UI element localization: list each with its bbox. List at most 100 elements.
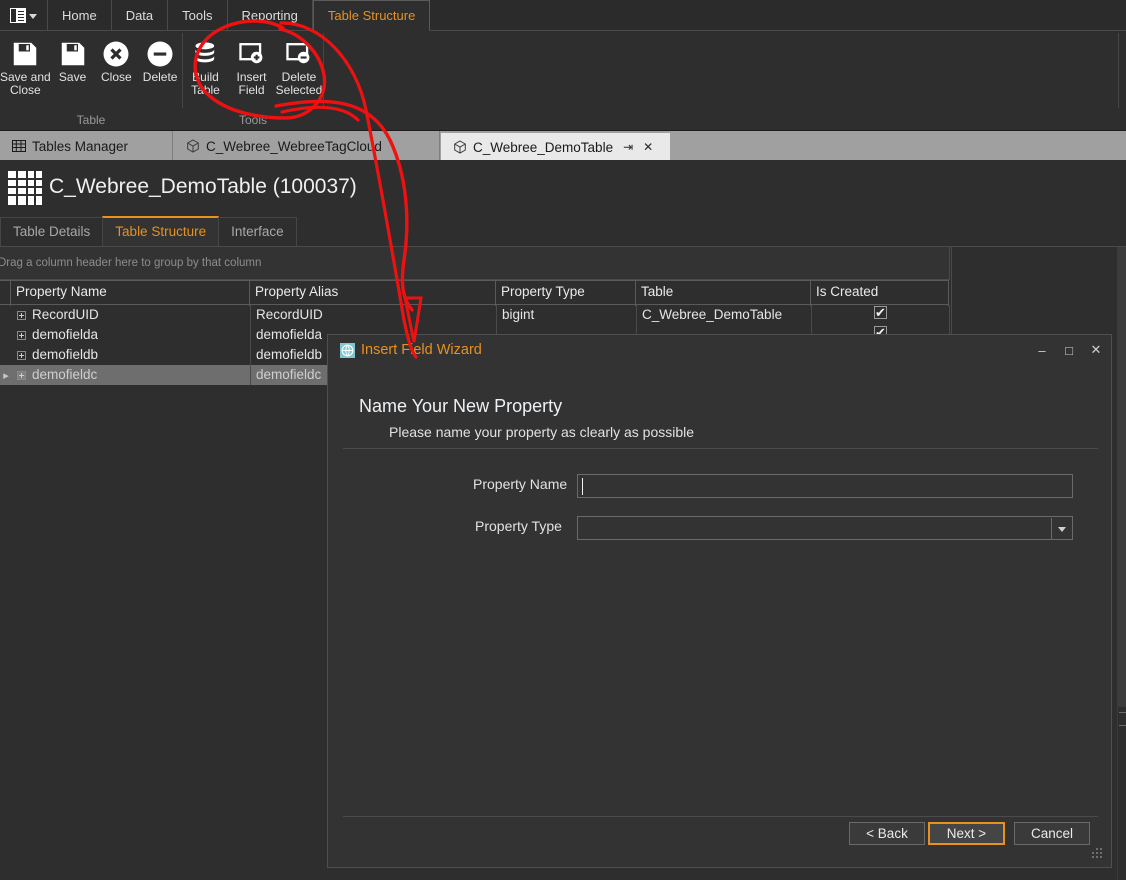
application-window: Home Data Tools Reporting Table Structur… [0,0,1126,880]
pin-icon[interactable]: ⇥ [623,140,633,154]
column-header-property-type[interactable]: Property Type [496,281,636,306]
ribbon-group-divider [323,33,324,108]
ribbon-group-table: Save and Close Save Close Delete Table [0,31,182,130]
text-caret [582,478,583,495]
document-header: C_Webree_DemoTable (100037) Table Detail… [0,160,1126,247]
grid-vertical-scrollbar[interactable] [1117,247,1126,880]
dialog-header-divider [343,448,1098,449]
subtab-table-structure[interactable]: Table Structure [102,216,220,246]
insert-field-button[interactable]: Insert Field [228,31,275,97]
row-expander-icon[interactable] [17,350,26,360]
delete-label: Delete [142,70,178,84]
database-stack-icon [192,37,220,71]
dialog-title: Insert Field Wizard [361,342,482,358]
next-button[interactable]: Next > [928,822,1005,845]
grid-header-row: Property Name Property Alias Property Ty… [0,280,949,306]
app-menu-icon [10,7,26,23]
ribbon-body: Save and Close Save Close Delete Table B… [0,31,1126,130]
ribbon-tab-reporting[interactable]: Reporting [228,0,313,31]
scrollbar-divider [1119,712,1126,713]
table-grid-icon [8,171,42,205]
group-by-hint: Drag a column header here to group by th… [0,257,262,269]
dialog-subheading: Please name your property as clearly as … [389,424,695,440]
chevron-down-icon [29,13,37,19]
ribbon: Home Data Tools Reporting Table Structur… [0,0,1126,130]
group-by-drop-area[interactable]: Drag a column header here to group by th… [0,247,950,280]
ribbon-group-tools-label: Tools [238,113,267,127]
build-table-label-2: Table [191,83,220,97]
cell-is-created-checkbox[interactable] [874,305,887,322]
row-expander-icon[interactable] [17,370,26,380]
delete-selected-label-2: Selected [275,83,323,97]
app-menu-button[interactable] [0,0,48,30]
ribbon-group-table-label: Table [76,113,106,127]
save-icon [10,37,40,71]
dialog-title-bar[interactable]: Insert Field Wizard – □ ✕ [328,335,1111,365]
document-tab-label: Tables Manager [32,138,129,154]
ribbon-tab-table-structure[interactable]: Table Structure [312,0,431,31]
delete-selected-button[interactable]: Delete Selected [275,31,323,97]
build-table-button[interactable]: Build Table [183,31,228,97]
property-type-combobox[interactable] [577,516,1073,540]
save-label: Save [58,70,87,84]
close-label: Close [101,70,132,84]
cell-property-type: bigint [497,305,637,325]
table-grid-icon [12,139,26,153]
column-header-is-created[interactable]: Is Created [811,281,949,306]
document-tab-label: C_Webree_WebreeTagCloud [206,138,382,154]
cell-property-name: demofieldb [32,347,99,362]
property-name-input[interactable] [577,474,1073,498]
column-header-table[interactable]: Table [636,281,811,306]
column-header-property-name[interactable]: Property Name [11,281,250,306]
cancel-button[interactable]: Cancel [1014,822,1090,845]
document-tab-webree-demotable[interactable]: C_Webree_DemoTable ⇥ ✕ [441,133,670,161]
row-indicator-header [0,281,11,306]
scrollbar-divider [1119,725,1126,726]
cell-table: C_Webree_DemoTable [637,305,812,325]
insert-field-wizard-dialog: Insert Field Wizard – □ ✕ Name Your New … [327,334,1112,868]
property-name-label: Property Name [473,476,568,492]
cell-property-alias: RecordUID [251,305,497,325]
row-expander-icon[interactable] [17,310,26,320]
ribbon-tab-tools[interactable]: Tools [168,0,228,31]
chevron-down-icon[interactable] [1051,518,1071,540]
column-header-property-alias[interactable]: Property Alias [250,281,496,306]
subtab-interface[interactable]: Interface [218,217,297,246]
cell-property-name: demofieldc [32,367,98,382]
subtab-table-details[interactable]: Table Details [0,217,104,246]
maximize-icon[interactable]: □ [1062,343,1076,358]
scrollbar-thumb[interactable] [1118,247,1126,707]
row-expander-icon[interactable] [17,330,26,340]
save-and-close-button[interactable]: Save and Close [0,31,51,97]
close-icon[interactable]: ✕ [643,140,653,154]
minimize-icon[interactable]: – [1035,343,1049,358]
rect-minus-icon [284,37,314,71]
delete-button[interactable]: Delete [138,31,182,84]
document-tab-label: C_Webree_DemoTable [473,139,614,155]
cube-icon [453,140,467,154]
ribbon-tab-home[interactable]: Home [48,0,112,31]
table-row[interactable]: RecordUID RecordUID bigint C_Webree_Demo… [0,305,950,325]
document-subtab-strip: Table Details Table Structure Interface [0,216,297,246]
document-tab-tables-manager[interactable]: Tables Manager [0,131,173,161]
cell-property-name: RecordUID [32,307,99,322]
property-name-field-row: Property Name [473,474,1073,498]
document-tab-webree-tagcloud[interactable]: C_Webree_WebreeTagCloud [174,131,440,161]
close-circle-icon [101,37,131,71]
save-icon [58,37,88,71]
minus-circle-icon [145,37,175,71]
resize-grip-icon[interactable] [1092,848,1106,862]
save-button[interactable]: Save [51,31,95,84]
close-icon[interactable]: ✕ [1089,342,1103,358]
dialog-footer-divider [343,816,1098,817]
back-button[interactable]: < Back [849,822,925,845]
ribbon-tab-strip: Home Data Tools Reporting Table Structur… [0,0,1126,31]
rect-plus-icon [237,37,267,71]
close-button[interactable]: Close [94,31,138,84]
insert-field-label-2: Field [238,83,265,97]
document-tab-strip: Tables Manager C_Webree_WebreeTagCloud C… [0,130,1126,161]
ribbon-group-divider [1118,33,1119,108]
row-indicator: ▸ [3,369,9,382]
property-type-label: Property Type [475,518,562,534]
ribbon-tab-data[interactable]: Data [112,0,169,31]
